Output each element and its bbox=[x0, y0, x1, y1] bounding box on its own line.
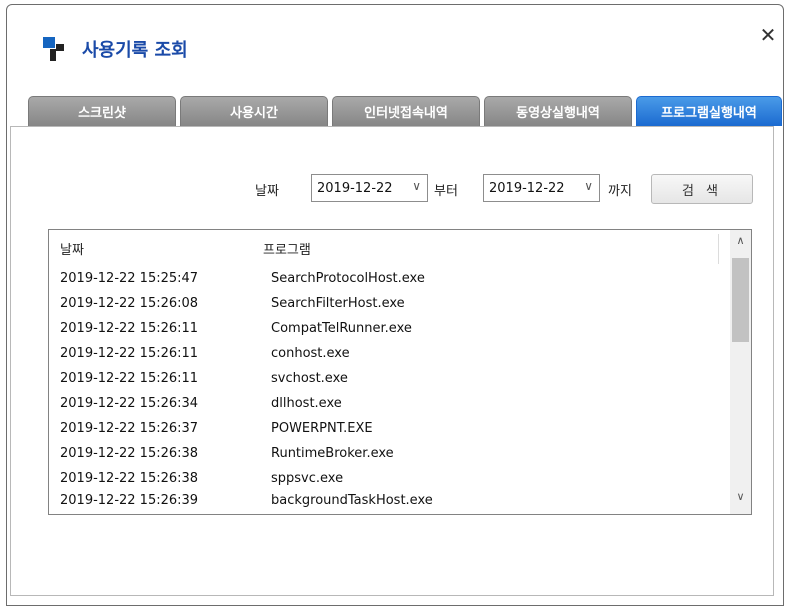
row-program: conhost.exe bbox=[271, 346, 350, 361]
table-row[interactable]: 2019-12-22 15:26:11 svchost.exe bbox=[49, 368, 729, 393]
row-date: 2019-12-22 15:25:47 bbox=[60, 271, 199, 286]
tab-video-history[interactable]: 동영상실행내역 bbox=[484, 96, 632, 126]
tab-program-history[interactable]: 프로그램실행내역 bbox=[636, 96, 782, 126]
row-date: 2019-12-22 15:26:08 bbox=[60, 296, 199, 311]
scroll-thumb[interactable] bbox=[732, 258, 749, 342]
dialog-title: 사용기록 조회 bbox=[82, 40, 188, 61]
table-row[interactable]: 2019-12-22 15:26:11 CompatTelRunner.exe bbox=[49, 318, 729, 343]
row-program: backgroundTaskHost.exe bbox=[271, 493, 433, 508]
column-header-program[interactable]: 프로그램 bbox=[263, 239, 311, 258]
list-header: 날짜 프로그램 bbox=[49, 230, 733, 266]
app-logo-icon bbox=[43, 37, 73, 61]
scroll-up-icon[interactable]: ∧ bbox=[730, 234, 751, 254]
row-date: 2019-12-22 15:26:34 bbox=[60, 396, 199, 411]
chevron-down-icon: ∨ bbox=[584, 179, 593, 193]
tab-screenshot[interactable]: 스크린샷 bbox=[28, 96, 176, 126]
table-row[interactable]: 2019-12-22 15:26:34 dllhost.exe bbox=[49, 393, 729, 418]
table-row[interactable]: 2019-12-22 15:26:37 POWERPNT.EXE bbox=[49, 418, 729, 443]
row-date: 2019-12-22 15:26:37 bbox=[60, 421, 199, 436]
table-row[interactable]: 2019-12-22 15:26:39 backgroundTaskHost.ex… bbox=[49, 490, 729, 514]
row-date: 2019-12-22 15:26:11 bbox=[60, 371, 199, 386]
table-row[interactable]: 2019-12-22 15:25:47 SearchProtocolHost.ex… bbox=[49, 268, 729, 293]
row-date: 2019-12-22 15:26:11 bbox=[60, 321, 199, 336]
to-date-value: 2019-12-22 bbox=[489, 180, 565, 196]
date-label: 날짜 bbox=[255, 184, 279, 199]
to-date-select[interactable]: 2019-12-22 ∨ bbox=[483, 174, 600, 202]
to-suffix-label: 까지 bbox=[608, 184, 632, 199]
chevron-down-icon: ∨ bbox=[412, 179, 421, 193]
row-program: RuntimeBroker.exe bbox=[271, 446, 394, 461]
row-program: POWERPNT.EXE bbox=[271, 421, 373, 436]
row-date: 2019-12-22 15:26:39 bbox=[60, 493, 199, 508]
tab-usage-time[interactable]: 사용시간 bbox=[180, 96, 328, 126]
row-program: SearchFilterHost.exe bbox=[271, 296, 405, 311]
from-date-select[interactable]: 2019-12-22 ∨ bbox=[311, 174, 428, 202]
table-row[interactable]: 2019-12-22 15:26:38 RuntimeBroker.exe bbox=[49, 443, 729, 468]
search-button[interactable]: 검 색 bbox=[651, 174, 753, 204]
row-program: dllhost.exe bbox=[271, 396, 342, 411]
row-date: 2019-12-22 15:26:38 bbox=[60, 471, 199, 486]
close-icon[interactable]: ✕ bbox=[757, 24, 779, 46]
from-date-value: 2019-12-22 bbox=[317, 180, 393, 196]
row-program: sppsvc.exe bbox=[271, 471, 344, 486]
table-row[interactable]: 2019-12-22 15:26:11 conhost.exe bbox=[49, 343, 729, 368]
row-date: 2019-12-22 15:26:38 bbox=[60, 446, 199, 461]
column-divider bbox=[718, 234, 719, 264]
row-program: CompatTelRunner.exe bbox=[271, 321, 412, 336]
row-program: SearchProtocolHost.exe bbox=[271, 271, 425, 286]
column-header-date[interactable]: 날짜 bbox=[60, 239, 84, 258]
from-suffix-label: 부터 bbox=[434, 184, 458, 199]
scroll-down-icon[interactable]: ∨ bbox=[730, 490, 751, 510]
table-row[interactable]: 2019-12-22 15:26:08 SearchFilterHost.exe bbox=[49, 293, 729, 318]
tab-internet-history[interactable]: 인터넷접속내역 bbox=[332, 96, 480, 126]
row-program: svchost.exe bbox=[271, 371, 348, 386]
row-date: 2019-12-22 15:26:11 bbox=[60, 346, 199, 361]
vertical-scrollbar[interactable]: ∧ ∨ bbox=[730, 230, 751, 514]
program-list[interactable]: 날짜 프로그램 2019-12-22 15:25:47 SearchProtoco… bbox=[48, 229, 752, 515]
